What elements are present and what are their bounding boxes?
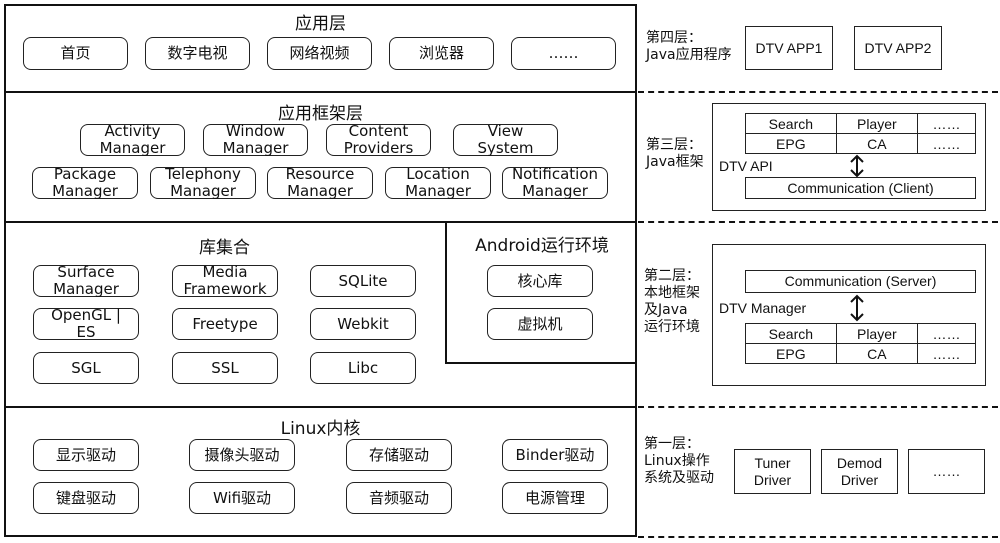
dashed-divider xyxy=(638,406,998,408)
library-item: Surface Manager xyxy=(33,264,139,298)
bidirectional-arrow-icon xyxy=(850,154,864,178)
kernel-item: Wifi驱动 xyxy=(189,482,295,514)
library-item: Webkit xyxy=(310,308,416,340)
kernel-item: 电源管理 xyxy=(502,482,608,514)
dtv-app-box: DTV APP1 xyxy=(745,26,833,70)
dtv-manager-table: Search Player…… EPG CA…… xyxy=(745,323,976,364)
app-item: …… xyxy=(511,37,616,70)
framework-item: Telephony Manager xyxy=(150,166,256,200)
table-cell: Search xyxy=(745,323,837,344)
table-cell: …… xyxy=(917,113,976,134)
framework-item: Activity Manager xyxy=(80,123,185,157)
dtv-api-caption: DTV API xyxy=(719,158,773,174)
dtv-app-box: DTV APP2 xyxy=(854,26,942,70)
app-item: 浏览器 xyxy=(389,37,494,70)
framework-layer-title: 应用框架层 xyxy=(278,104,363,124)
layer4-label: 第四层： Java应用程序 xyxy=(646,30,732,63)
table-cell: Player xyxy=(835,323,919,344)
runtime-item: 核心库 xyxy=(487,265,593,297)
dashed-divider xyxy=(638,536,998,538)
table-cell: …… xyxy=(917,323,976,344)
framework-item: Resource Manager xyxy=(267,166,373,200)
framework-item: Package Manager xyxy=(32,166,138,200)
communication-server-box: Communication (Server) xyxy=(745,270,976,293)
divider-app-framework xyxy=(4,91,637,93)
table-cell: CA xyxy=(835,133,919,154)
library-item: OpenGL | ES xyxy=(33,307,139,341)
dtv-manager-caption: DTV Manager xyxy=(719,300,807,316)
runtime-title: Android运行环境 xyxy=(475,236,609,256)
library-item: SGL xyxy=(33,352,139,384)
kernel-layer-title: Linux内核 xyxy=(280,419,361,439)
driver-box: Demod Driver xyxy=(821,449,898,494)
kernel-item: Binder驱动 xyxy=(502,439,608,471)
library-item: Media Framework xyxy=(172,264,278,298)
library-item: Freetype xyxy=(172,308,278,340)
kernel-item: 音频驱动 xyxy=(346,482,452,514)
divider-library-kernel xyxy=(4,406,637,408)
dashed-divider xyxy=(638,221,998,223)
table-cell: CA xyxy=(835,343,919,364)
communication-client-box: Communication (Client) xyxy=(745,177,976,199)
layer3-label: 第三层： Java框架 xyxy=(646,137,704,170)
table-cell: Player xyxy=(835,113,919,134)
driver-box: Tuner Driver xyxy=(734,449,811,494)
dashed-divider xyxy=(638,91,998,93)
framework-item: View System xyxy=(453,123,558,157)
app-layer-title: 应用层 xyxy=(295,14,346,34)
table-cell: …… xyxy=(917,343,976,364)
table-cell: …… xyxy=(917,133,976,154)
library-layer-title: 库集合 xyxy=(199,238,250,258)
kernel-item: 显示驱动 xyxy=(33,439,139,471)
app-item: 首页 xyxy=(23,37,128,70)
library-item: SQLite xyxy=(310,265,416,297)
runtime-bottom-border xyxy=(445,362,637,364)
app-item: 数字电视 xyxy=(145,37,250,70)
library-item: Libc xyxy=(310,352,416,384)
runtime-item: 虚拟机 xyxy=(487,308,593,340)
layer2-label: 第二层： 本地框架 及Java 运行环境 xyxy=(644,268,700,335)
framework-item: Notification Manager xyxy=(502,166,608,200)
bidirectional-arrow-icon xyxy=(850,294,864,322)
kernel-item: 键盘驱动 xyxy=(33,482,139,514)
kernel-item: 存储驱动 xyxy=(346,439,452,471)
divider-framework-library xyxy=(4,221,637,223)
table-cell: EPG xyxy=(745,343,837,364)
dtv-api-table: Search Player…… EPG CA…… xyxy=(745,113,976,154)
kernel-item: 摄像头驱动 xyxy=(189,439,295,471)
library-item: SSL xyxy=(172,352,278,384)
driver-box: …… xyxy=(908,449,985,494)
layer1-label: 第一层： Linux操作 系统及驱动 xyxy=(644,436,714,486)
framework-item: Content Providers xyxy=(326,123,431,157)
table-cell: Search xyxy=(745,113,837,134)
framework-item: Location Manager xyxy=(385,166,491,200)
app-item: 网络视频 xyxy=(267,37,372,70)
table-cell: EPG xyxy=(745,133,837,154)
framework-item: Window Manager xyxy=(203,123,308,157)
